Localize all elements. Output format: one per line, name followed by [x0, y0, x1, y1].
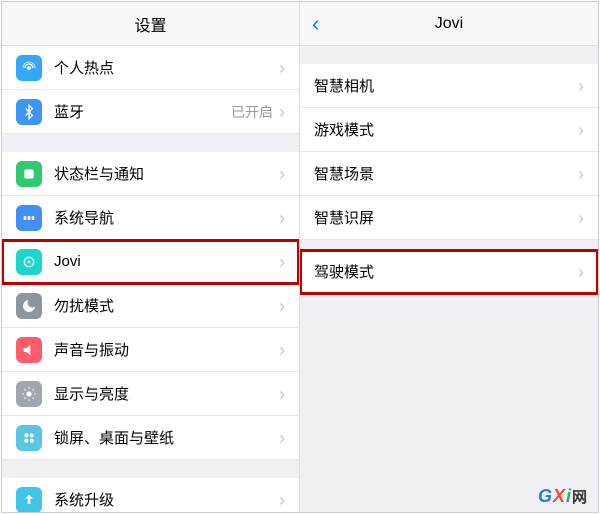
dnd-icon — [16, 293, 42, 319]
chevron-icon: › — [279, 429, 285, 447]
row-scene[interactable]: 智慧场景 › — [300, 152, 598, 196]
row-upgrade[interactable]: 系统升级 › — [2, 478, 299, 512]
chevron-icon: › — [279, 491, 285, 509]
watermark: GXi网 — [538, 486, 588, 507]
chevron-icon: › — [279, 59, 285, 77]
jovi-panel: ‹ Jovi 智慧相机 › 游戏模式 › 智慧场景 › 智慧识屏 › 驾驶模式 … — [300, 2, 598, 512]
nav-icon — [16, 205, 42, 231]
hotspot-icon — [16, 55, 42, 81]
row-camera[interactable]: 智慧相机 › — [300, 64, 598, 108]
row-label: 蓝牙 — [54, 101, 231, 122]
group-spacer — [2, 460, 299, 478]
row-game[interactable]: 游戏模式 › — [300, 108, 598, 152]
chevron-icon: › — [578, 209, 584, 227]
back-button[interactable]: ‹ — [312, 13, 319, 35]
sound-icon — [16, 337, 42, 363]
row-label: 智慧识屏 — [314, 207, 578, 228]
row-label: 系统升级 — [54, 489, 279, 510]
chevron-icon: › — [578, 121, 584, 139]
row-lock[interactable]: 锁屏、桌面与壁纸 › — [2, 416, 299, 460]
row-screen[interactable]: 智慧识屏 › — [300, 196, 598, 240]
settings-panel: 设置 个人热点 › 蓝牙 已开启 › 状态栏与通知 › — [2, 2, 300, 512]
row-label: 锁屏、桌面与壁纸 — [54, 427, 279, 448]
row-label: Jovi — [54, 253, 279, 270]
lock-icon — [16, 425, 42, 451]
chevron-icon: › — [279, 209, 285, 227]
display-icon — [16, 381, 42, 407]
settings-header: 设置 — [2, 2, 299, 46]
chevron-icon: › — [279, 341, 285, 359]
chevron-icon: › — [578, 263, 584, 281]
row-label: 系统导航 — [54, 207, 279, 228]
row-nav[interactable]: 系统导航 › — [2, 196, 299, 240]
row-label: 智慧场景 — [314, 163, 578, 184]
row-jovi[interactable]: Jovi › — [2, 240, 299, 284]
row-label: 智慧相机 — [314, 75, 578, 96]
row-sound[interactable]: 声音与振动 › — [2, 328, 299, 372]
jovi-icon — [16, 249, 42, 275]
row-status[interactable]: 状态栏与通知 › — [2, 152, 299, 196]
chevron-icon: › — [279, 103, 285, 121]
group-spacer — [300, 240, 598, 250]
row-label: 个人热点 — [54, 57, 279, 78]
row-driving[interactable]: 驾驶模式 › — [300, 250, 598, 294]
chevron-icon: › — [578, 77, 584, 95]
row-label: 显示与亮度 — [54, 383, 279, 404]
jovi-header: ‹ Jovi — [300, 2, 598, 46]
chevron-icon: › — [279, 385, 285, 403]
group-spacer — [300, 46, 598, 64]
chevron-icon: › — [578, 165, 584, 183]
row-label: 游戏模式 — [314, 119, 578, 140]
row-bluetooth[interactable]: 蓝牙 已开启 › — [2, 90, 299, 134]
chevron-icon: › — [279, 165, 285, 183]
watermark-x: X — [553, 486, 566, 506]
chevron-icon: › — [279, 297, 285, 315]
row-label: 声音与振动 — [54, 339, 279, 360]
row-label: 勿扰模式 — [54, 295, 279, 316]
row-hotspot[interactable]: 个人热点 › — [2, 46, 299, 90]
watermark-net: 网 — [572, 489, 588, 506]
chevron-icon: › — [279, 253, 285, 271]
settings-title: 设置 — [134, 12, 166, 36]
group-spacer — [2, 134, 299, 152]
row-dnd[interactable]: 勿扰模式 › — [2, 284, 299, 328]
row-display[interactable]: 显示与亮度 › — [2, 372, 299, 416]
status-icon — [16, 161, 42, 187]
watermark-g: G — [538, 486, 553, 506]
bluetooth-icon — [16, 99, 42, 125]
row-label: 驾驶模式 — [314, 261, 578, 282]
jovi-title: Jovi — [435, 15, 463, 33]
row-label: 状态栏与通知 — [54, 163, 279, 184]
row-value: 已开启 — [231, 102, 273, 122]
upgrade-icon — [16, 487, 42, 513]
